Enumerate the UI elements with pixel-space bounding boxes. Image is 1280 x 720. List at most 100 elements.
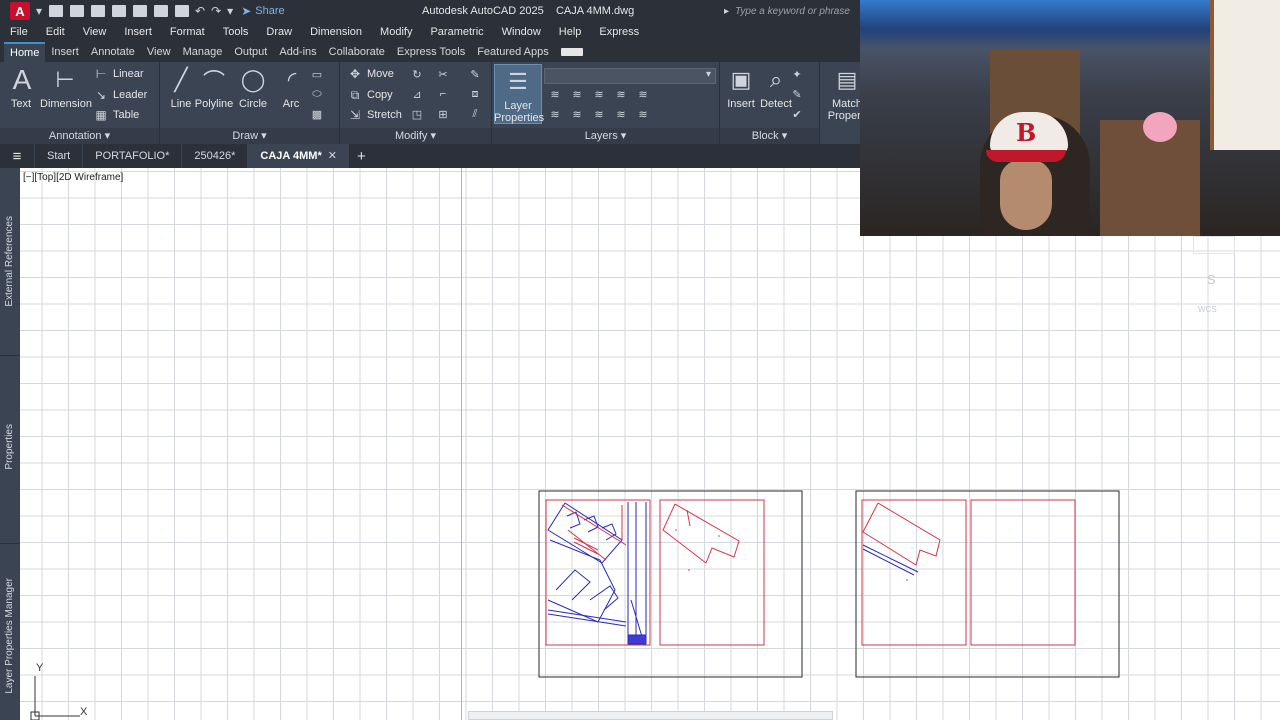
save-as-icon[interactable] [112, 5, 127, 17]
dimension-tool[interactable]: ⊢ Dimension [40, 66, 92, 110]
block-panel-title[interactable]: Block ▾ [720, 128, 819, 144]
menu-modify[interactable]: Modify [380, 26, 412, 38]
tab-featured-apps[interactable]: Featured Apps [471, 43, 555, 61]
tab-output[interactable]: Output [228, 43, 273, 61]
linear-tool[interactable]: ⊢ Linear [94, 67, 144, 81]
layer-unlock-icon[interactable]: ≋ [636, 88, 650, 101]
menu-express[interactable]: Express [599, 26, 639, 38]
open-file-icon[interactable] [70, 5, 85, 17]
draw-panel-title[interactable]: Draw ▾ [160, 128, 339, 144]
match-properties-tool[interactable]: ▤ Match Properti [822, 66, 860, 122]
layers-panel-title[interactable]: Layers ▾ [492, 128, 719, 144]
layer-properties-tool[interactable]: ☰ Layer Properties [494, 68, 544, 124]
insert-tool[interactable]: ▣ Insert [724, 66, 758, 110]
menu-draw[interactable]: Draw [266, 26, 292, 38]
viewcube[interactable] [1193, 236, 1235, 254]
layer-dropdown[interactable] [544, 68, 716, 84]
file-tab-250426[interactable]: 250426* [181, 144, 247, 168]
copy-tool[interactable]: ⧉ Copy [348, 88, 393, 102]
leader-tool[interactable]: ↘ Leader [94, 88, 147, 102]
table-tool[interactable]: ▦ Table [94, 108, 139, 122]
undo-icon[interactable]: ↶ [195, 4, 205, 18]
autocad-logo-icon[interactable]: A [10, 2, 30, 20]
scale-icon[interactable]: ◳ [410, 108, 424, 121]
new-file-icon[interactable] [49, 5, 64, 17]
tab-collaborate[interactable]: Collaborate [323, 43, 391, 61]
palette-external-references[interactable]: External References [0, 168, 20, 356]
layer-match-icon[interactable]: ≋ [548, 108, 562, 121]
polyline-tool[interactable]: ⌒ Polyline [194, 66, 234, 110]
block-attribute-icon[interactable]: ✔ [790, 108, 804, 121]
gradient-icon[interactable]: ▩ [310, 108, 324, 121]
annotation-panel-title[interactable]: Annotation ▾ [0, 128, 159, 144]
file-tab-start[interactable]: Start [34, 144, 82, 168]
file-tabs-menu-icon[interactable]: ≡ [0, 148, 34, 165]
rectangle-icon[interactable]: ▭ [310, 68, 324, 81]
menu-file[interactable]: File [10, 26, 28, 38]
edit-block-icon[interactable]: ✎ [790, 88, 804, 101]
search-box[interactable]: ▸ Type a keyword or phrase [724, 3, 860, 19]
viewport-controls[interactable]: [−][Top][2D Wireframe] [23, 172, 123, 183]
array-icon[interactable]: ⊞ [436, 108, 450, 121]
menu-dimension[interactable]: Dimension [310, 26, 362, 38]
save-web-icon[interactable] [154, 5, 169, 17]
rotate-icon[interactable]: ↻ [410, 68, 424, 81]
mirror-icon[interactable]: ⊿ [410, 88, 424, 101]
menu-insert[interactable]: Insert [124, 26, 152, 38]
menu-parametric[interactable]: Parametric [430, 26, 483, 38]
hatch-icon[interactable]: ⬭ [310, 88, 324, 100]
menu-help[interactable]: Help [559, 26, 582, 38]
file-tab-portafolio[interactable]: PORTAFOLIO* [82, 144, 181, 168]
menu-view[interactable]: View [83, 26, 107, 38]
tab-insert[interactable]: Insert [45, 43, 85, 61]
arc-tool[interactable]: ◜ Arc [278, 66, 304, 110]
layer-merge-icon[interactable]: ≋ [614, 108, 628, 121]
share-button[interactable]: ➤ Share [241, 4, 284, 18]
app-menu-chevron-icon[interactable]: ▾ [36, 4, 42, 18]
menu-edit[interactable]: Edit [46, 26, 65, 38]
erase-icon[interactable]: ✎ [468, 68, 482, 81]
circle-tool[interactable]: ◯ Circle [238, 66, 268, 110]
palette-properties[interactable]: Properties [0, 358, 20, 544]
close-tab-icon[interactable]: ✕ [328, 150, 337, 162]
menu-tools[interactable]: Tools [223, 26, 249, 38]
trim-icon[interactable]: ✂ [436, 68, 450, 81]
layer-freeze-icon[interactable]: ≋ [592, 88, 606, 101]
open-web-icon[interactable] [133, 5, 148, 17]
move-tool[interactable]: ✥ Move [348, 67, 394, 81]
layer-off-icon[interactable]: ≋ [548, 88, 562, 101]
layer-current-icon[interactable]: ≋ [636, 108, 650, 121]
tab-add-ins[interactable]: Add-ins [273, 43, 322, 61]
tab-home[interactable]: Home [4, 42, 46, 62]
tab-manage[interactable]: Manage [177, 43, 229, 61]
wcs-menu[interactable]: WCS [1198, 305, 1217, 314]
create-block-icon[interactable]: ✦ [790, 68, 804, 81]
save-icon[interactable] [91, 5, 106, 17]
menu-format[interactable]: Format [170, 26, 205, 38]
explode-icon[interactable]: ⧈ [468, 88, 482, 100]
quick-access-dropdown-icon[interactable]: ▾ [227, 4, 233, 18]
layer-walk-icon[interactable]: ≋ [592, 108, 606, 121]
tab-annotate[interactable]: Annotate [85, 43, 141, 61]
line-tool[interactable]: ╱ Line [166, 66, 196, 110]
new-tab-icon[interactable]: + [357, 148, 366, 165]
menu-window[interactable]: Window [502, 26, 541, 38]
drawing-canvas[interactable]: [−][Top][2D Wireframe] [20, 168, 1280, 720]
layer-lock-icon[interactable]: ≋ [614, 88, 628, 101]
layer-isolate-icon[interactable]: ≋ [570, 88, 584, 101]
text-tool[interactable]: A Text [8, 64, 34, 110]
plot-icon[interactable] [175, 5, 190, 17]
fillet-icon[interactable]: ⌐ [436, 88, 450, 100]
offset-icon[interactable]: ⫽ [468, 108, 482, 120]
stretch-tool[interactable]: ⇲ Stretch [348, 108, 402, 122]
ribbon-minimize-toggle-icon[interactable] [560, 48, 583, 56]
modify-panel-title[interactable]: Modify ▾ [340, 128, 491, 144]
tab-express-tools[interactable]: Express Tools [391, 43, 471, 61]
tab-view[interactable]: View [141, 43, 177, 61]
redo-icon[interactable]: ↷ [211, 4, 221, 18]
file-tab-caja-4mm[interactable]: CAJA 4MM* ✕ [247, 144, 349, 168]
palette-layer-properties-manager[interactable]: Layer Properties Manager [0, 546, 20, 720]
search-expand-icon[interactable]: ▸ [724, 6, 729, 17]
command-line[interactable] [468, 711, 833, 720]
layer-previous-icon[interactable]: ≋ [570, 108, 584, 121]
